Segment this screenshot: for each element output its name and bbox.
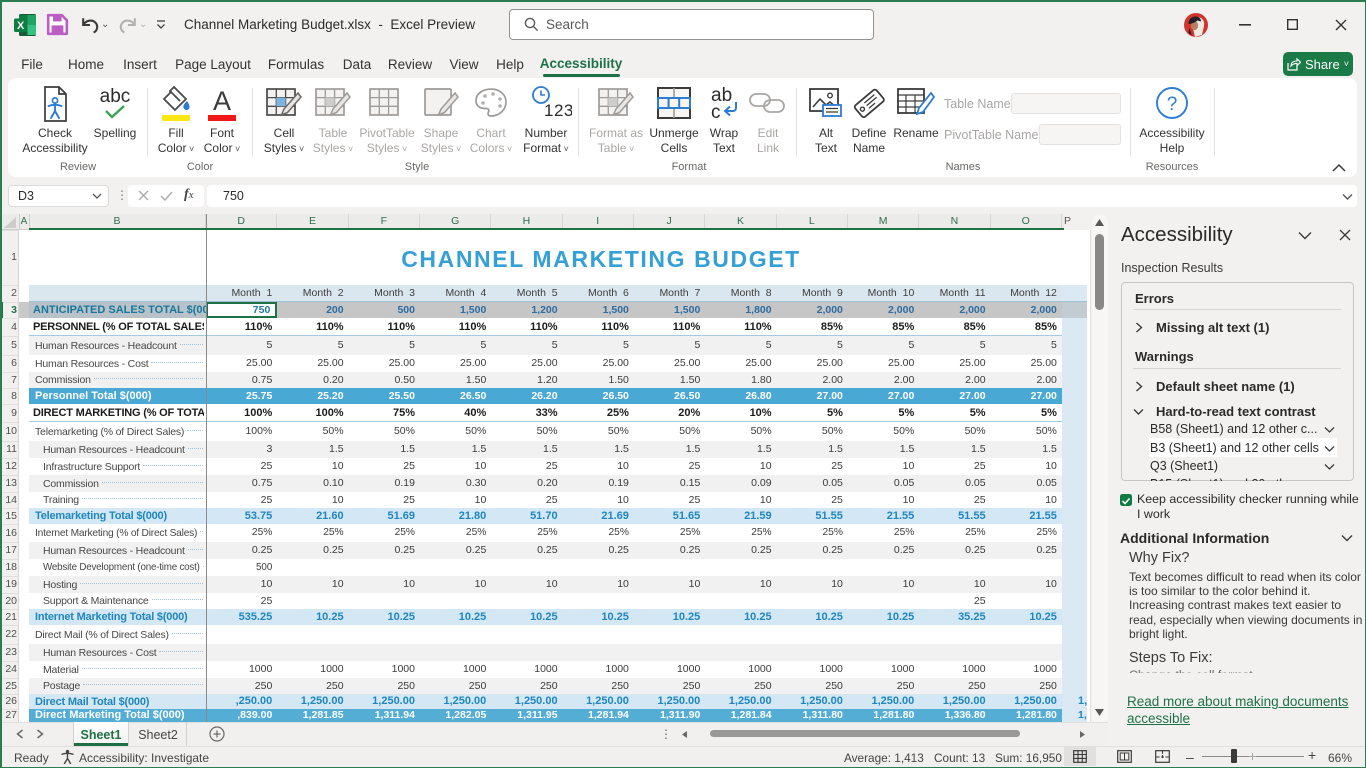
svg-text:X: X <box>17 20 25 32</box>
svg-text:?: ? <box>1167 94 1178 115</box>
svg-text:abc: abc <box>100 86 131 107</box>
svg-text:A: A <box>213 86 231 116</box>
